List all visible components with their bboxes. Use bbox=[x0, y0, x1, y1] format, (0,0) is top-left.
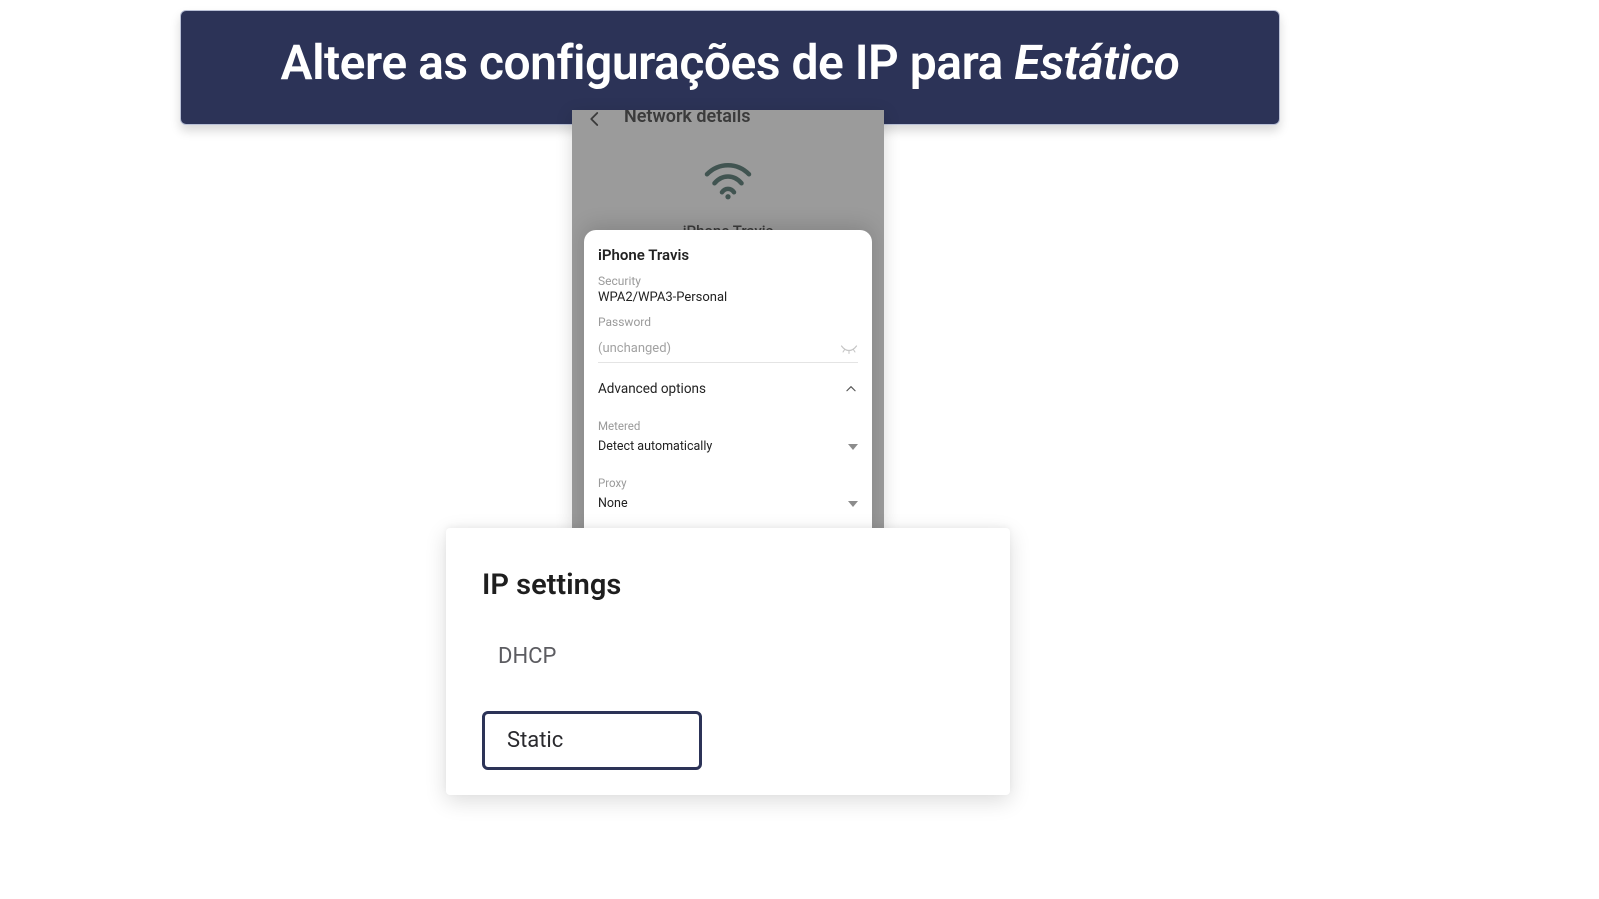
caret-down-icon bbox=[848, 501, 858, 507]
metered-label: Metered bbox=[598, 419, 858, 433]
password-placeholder: (unchanged) bbox=[598, 341, 671, 356]
ip-settings-title: IP settings bbox=[482, 568, 974, 602]
caret-down-icon bbox=[848, 444, 858, 450]
password-field[interactable]: (unchanged) bbox=[598, 341, 858, 363]
advanced-options-row[interactable]: Advanced options bbox=[598, 381, 858, 397]
wifi-edit-bottomsheet: iPhone Travis Security WPA2/WPA3-Persona… bbox=[584, 230, 872, 530]
metered-dropdown[interactable]: Detect automatically bbox=[598, 439, 858, 454]
show-password-icon[interactable] bbox=[840, 343, 858, 355]
chevron-up-icon bbox=[844, 382, 858, 396]
ip-option-dhcp[interactable]: DHCP bbox=[482, 632, 974, 681]
security-value: WPA2/WPA3-Personal bbox=[598, 290, 858, 305]
instruction-banner: Altere as configurações de IP para Estát… bbox=[180, 10, 1280, 125]
ip-option-static[interactable]: Static bbox=[482, 711, 702, 770]
metered-value: Detect automatically bbox=[598, 439, 712, 454]
advanced-options-label: Advanced options bbox=[598, 381, 706, 397]
banner-text: Altere as configurações de IP para bbox=[281, 34, 1015, 91]
phone-screenshot: Network details iPhone Travis iPhone Tra… bbox=[572, 110, 884, 530]
security-label: Security bbox=[598, 274, 858, 288]
password-label: Password bbox=[598, 315, 858, 329]
sheet-title: iPhone Travis bbox=[598, 246, 858, 264]
proxy-dropdown[interactable]: None bbox=[598, 496, 858, 511]
banner-emphasis: Estático bbox=[1014, 34, 1179, 91]
proxy-value: None bbox=[598, 496, 628, 511]
ip-settings-dialog: IP settings DHCP Static bbox=[446, 528, 1010, 795]
proxy-label: Proxy bbox=[598, 476, 858, 490]
